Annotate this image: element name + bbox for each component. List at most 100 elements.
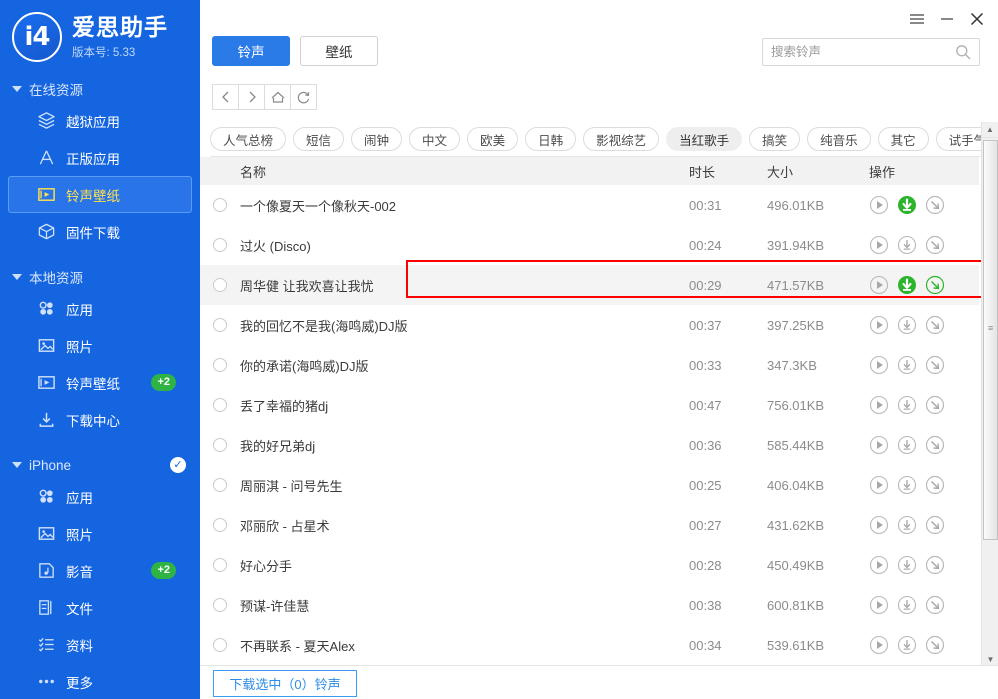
import-to-device-icon[interactable] <box>925 315 945 335</box>
hamburger-icon[interactable] <box>902 8 932 30</box>
refresh-button[interactable] <box>290 84 317 110</box>
download-icon[interactable] <box>897 355 917 375</box>
import-to-device-icon[interactable] <box>925 475 945 495</box>
category-chip-6[interactable]: 影视综艺 <box>583 127 659 151</box>
row-checkbox[interactable] <box>213 398 227 412</box>
sidebar-item-ringtone[interactable]: 铃声壁纸 <box>8 176 192 213</box>
play-icon[interactable] <box>869 595 889 615</box>
table-row[interactable]: 过火 (Disco)00:24391.94KB <box>200 225 979 265</box>
category-chip-2[interactable]: 闹钟 <box>351 127 402 151</box>
category-chip-7[interactable]: 当红歌手 <box>666 127 742 151</box>
import-to-device-icon[interactable] <box>925 275 945 295</box>
download-icon[interactable] <box>897 235 917 255</box>
vertical-scrollbar[interactable]: ▲ ≡ ▼ <box>981 122 998 667</box>
category-chip-10[interactable]: 其它 <box>878 127 929 151</box>
play-icon[interactable] <box>869 395 889 415</box>
category-chip-3[interactable]: 中文 <box>409 127 460 151</box>
forward-button[interactable] <box>238 84 265 110</box>
row-checkbox[interactable] <box>213 198 227 212</box>
table-row[interactable]: 邓丽欣 - 占星术00:27431.62KB <box>200 505 979 545</box>
search-icon[interactable] <box>955 44 971 60</box>
table-row[interactable]: 预谋-许佳慧00:38600.81KB <box>200 585 979 625</box>
import-to-device-icon[interactable] <box>925 235 945 255</box>
row-checkbox[interactable] <box>213 518 227 532</box>
sidebar-group-header[interactable]: 在线资源 <box>0 76 200 102</box>
table-row[interactable]: 周丽淇 - 问号先生00:25406.04KB <box>200 465 979 505</box>
sidebar-group-header[interactable]: 本地资源 <box>0 264 200 290</box>
play-icon[interactable] <box>869 515 889 535</box>
import-to-device-icon[interactable] <box>925 595 945 615</box>
home-button[interactable] <box>264 84 291 110</box>
sidebar-item-firmware[interactable]: 固件下载 <box>8 213 192 250</box>
row-checkbox[interactable] <box>213 438 227 452</box>
import-to-device-icon[interactable] <box>925 355 945 375</box>
table-row[interactable]: 丢了幸福的猪dj00:47756.01KB <box>200 385 979 425</box>
back-button[interactable] <box>212 84 239 110</box>
close-icon[interactable] <box>962 8 992 30</box>
sidebar-item-ringtone[interactable]: 铃声壁纸+2 <box>8 364 192 401</box>
sidebar-item-jailbreak[interactable]: 越狱应用 <box>8 102 192 139</box>
sidebar-item-download[interactable]: 下载中心 <box>8 401 192 438</box>
download-icon[interactable] <box>897 595 917 615</box>
play-icon[interactable] <box>869 555 889 575</box>
tab-ringtone[interactable]: 铃声 <box>212 36 290 66</box>
download-icon[interactable] <box>897 515 917 535</box>
play-icon[interactable] <box>869 355 889 375</box>
sidebar-group-header[interactable]: iPhone✓ <box>0 452 200 478</box>
category-chip-4[interactable]: 欧美 <box>467 127 518 151</box>
scroll-up-arrow[interactable]: ▲ <box>982 122 998 138</box>
import-to-device-icon[interactable] <box>925 435 945 455</box>
row-checkbox[interactable] <box>213 318 227 332</box>
play-icon[interactable] <box>869 635 889 655</box>
table-row[interactable]: 一个像夏天一个像秋天-00200:31496.01KB <box>200 185 979 225</box>
row-checkbox[interactable] <box>213 278 227 292</box>
category-chip-0[interactable]: 人气总榜 <box>210 127 286 151</box>
sidebar-item-data[interactable]: 资料 <box>8 626 192 663</box>
table-row[interactable]: 周华健 让我欢喜让我忧00:29471.57KB <box>200 265 979 305</box>
play-icon[interactable] <box>869 435 889 455</box>
download-icon[interactable] <box>897 435 917 455</box>
import-to-device-icon[interactable] <box>925 195 945 215</box>
play-icon[interactable] <box>869 235 889 255</box>
download-selected-button[interactable]: 下载选中（0）铃声 <box>213 670 357 697</box>
download-icon[interactable] <box>897 315 917 335</box>
download-icon[interactable] <box>897 275 917 295</box>
sidebar-item-appstore[interactable]: 正版应用 <box>8 139 192 176</box>
category-chip-8[interactable]: 搞笑 <box>749 127 800 151</box>
play-icon[interactable] <box>869 315 889 335</box>
table-row[interactable]: 好心分手00:28450.49KB <box>200 545 979 585</box>
download-icon[interactable] <box>897 195 917 215</box>
play-icon[interactable] <box>869 275 889 295</box>
row-checkbox[interactable] <box>213 558 227 572</box>
table-row[interactable]: 不再联系 - 夏天Alex00:34539.61KB <box>200 625 979 665</box>
row-checkbox[interactable] <box>213 638 227 652</box>
play-icon[interactable] <box>869 475 889 495</box>
table-row[interactable]: 我的回忆不是我(海鸣威)DJ版00:37397.25KB <box>200 305 979 345</box>
sidebar-item-photo[interactable]: 照片 <box>8 327 192 364</box>
import-to-device-icon[interactable] <box>925 635 945 655</box>
sidebar-item-apps[interactable]: 应用 <box>8 478 192 515</box>
scroll-thumb[interactable]: ≡ <box>983 140 998 540</box>
download-icon[interactable] <box>897 635 917 655</box>
minimize-icon[interactable] <box>932 8 962 30</box>
sidebar-item-apps[interactable]: 应用 <box>8 290 192 327</box>
search-input[interactable] <box>771 45 955 59</box>
table-row[interactable]: 你的承诺(海鸣威)DJ版00:33347.3KB <box>200 345 979 385</box>
category-chip-1[interactable]: 短信 <box>293 127 344 151</box>
tab-wallpaper[interactable]: 壁纸 <box>300 36 378 66</box>
sidebar-item-photo[interactable]: 照片 <box>8 515 192 552</box>
row-checkbox[interactable] <box>213 598 227 612</box>
search-box[interactable] <box>762 38 980 66</box>
table-row[interactable]: 我的好兄弟dj00:36585.44KB <box>200 425 979 465</box>
category-chip-5[interactable]: 日韩 <box>525 127 576 151</box>
sidebar-item-more[interactable]: 更多 <box>8 663 192 699</box>
sidebar-item-media[interactable]: 影音+2 <box>8 552 192 589</box>
row-checkbox[interactable] <box>213 478 227 492</box>
row-checkbox[interactable] <box>213 238 227 252</box>
download-icon[interactable] <box>897 475 917 495</box>
category-chip-9[interactable]: 纯音乐 <box>807 127 871 151</box>
import-to-device-icon[interactable] <box>925 555 945 575</box>
row-checkbox[interactable] <box>213 358 227 372</box>
download-icon[interactable] <box>897 555 917 575</box>
import-to-device-icon[interactable] <box>925 395 945 415</box>
